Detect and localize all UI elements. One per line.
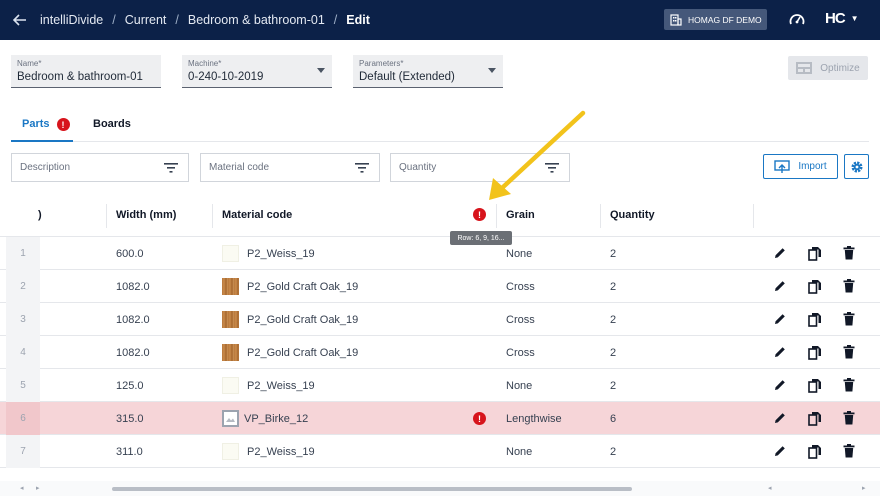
annotation-arrow [489, 110, 586, 200]
